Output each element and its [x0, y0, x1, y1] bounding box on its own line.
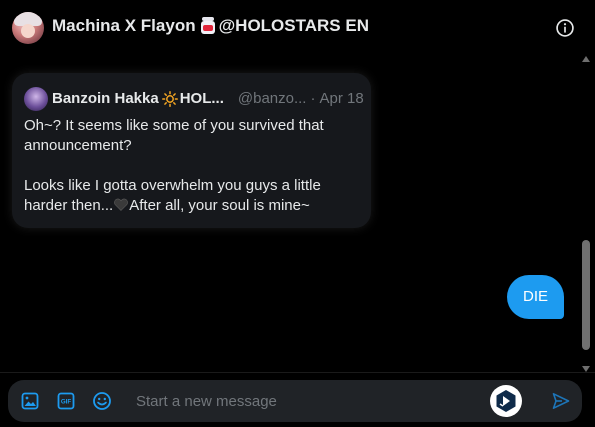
quoted-tweet-avatar[interactable]: [24, 87, 48, 111]
quoted-tweet-date[interactable]: Apr 18: [319, 90, 363, 107]
dm-conversation-window: Machina X Flayon @HOLOSTARS EN Banzoin H…: [0, 0, 595, 427]
quoted-tweet-text-part2: After all, your soul is mine~: [129, 197, 310, 214]
quoted-tweet-text: Oh~? It seems like some of you survived …: [24, 116, 364, 216]
gif-icon[interactable]: GIF: [56, 391, 76, 411]
conversation-title-suffix: @HOLOSTARS EN: [218, 16, 369, 35]
quoted-tweet-author-first: Banzoin Hakka: [52, 90, 159, 107]
scroll-up-arrow-icon[interactable]: [582, 56, 590, 62]
quoted-tweet-handle[interactable]: @banzo...: [238, 90, 307, 107]
quoted-tweet-author-suffix: HOL...: [179, 90, 224, 107]
emoji-icon[interactable]: [92, 391, 112, 411]
extension-icon: [496, 390, 516, 412]
conversation-header: Machina X Flayon @HOLOSTARS EN: [0, 0, 595, 56]
composer-divider: [0, 372, 595, 373]
conversation-title-name: Machina X Flayon: [52, 16, 196, 35]
svg-text:GIF: GIF: [61, 399, 72, 406]
avatar-face: [21, 24, 35, 38]
send-icon[interactable]: [551, 391, 571, 411]
quoted-tweet-author-name[interactable]: Banzoin Hakka HOL...: [52, 90, 224, 107]
gift-box-emoji-icon: [200, 17, 216, 35]
separator-dot: ·: [310, 90, 316, 108]
extension-button[interactable]: [490, 385, 522, 417]
sent-message-bubble[interactable]: DIE: [506, 275, 564, 319]
black-heart-emoji-icon: [114, 198, 129, 211]
quoted-tweet-header: Banzoin Hakka HOL... @banzo... · Apr 18: [52, 90, 364, 107]
info-circle-icon[interactable]: [555, 18, 575, 38]
message-composer: GIF: [8, 380, 582, 422]
quoted-tweet-card[interactable]: Banzoin Hakka HOL... @banzo... · Apr 18 …: [12, 73, 371, 228]
avatar[interactable]: [12, 12, 44, 44]
scroll-thumb[interactable]: [582, 240, 590, 350]
sun-emoji-icon: [161, 91, 178, 107]
message-input[interactable]: [126, 387, 496, 415]
media-icon[interactable]: [20, 391, 40, 411]
scrollbar[interactable]: [581, 56, 591, 372]
conversation-title: Machina X Flayon @HOLOSTARS EN: [52, 16, 369, 36]
